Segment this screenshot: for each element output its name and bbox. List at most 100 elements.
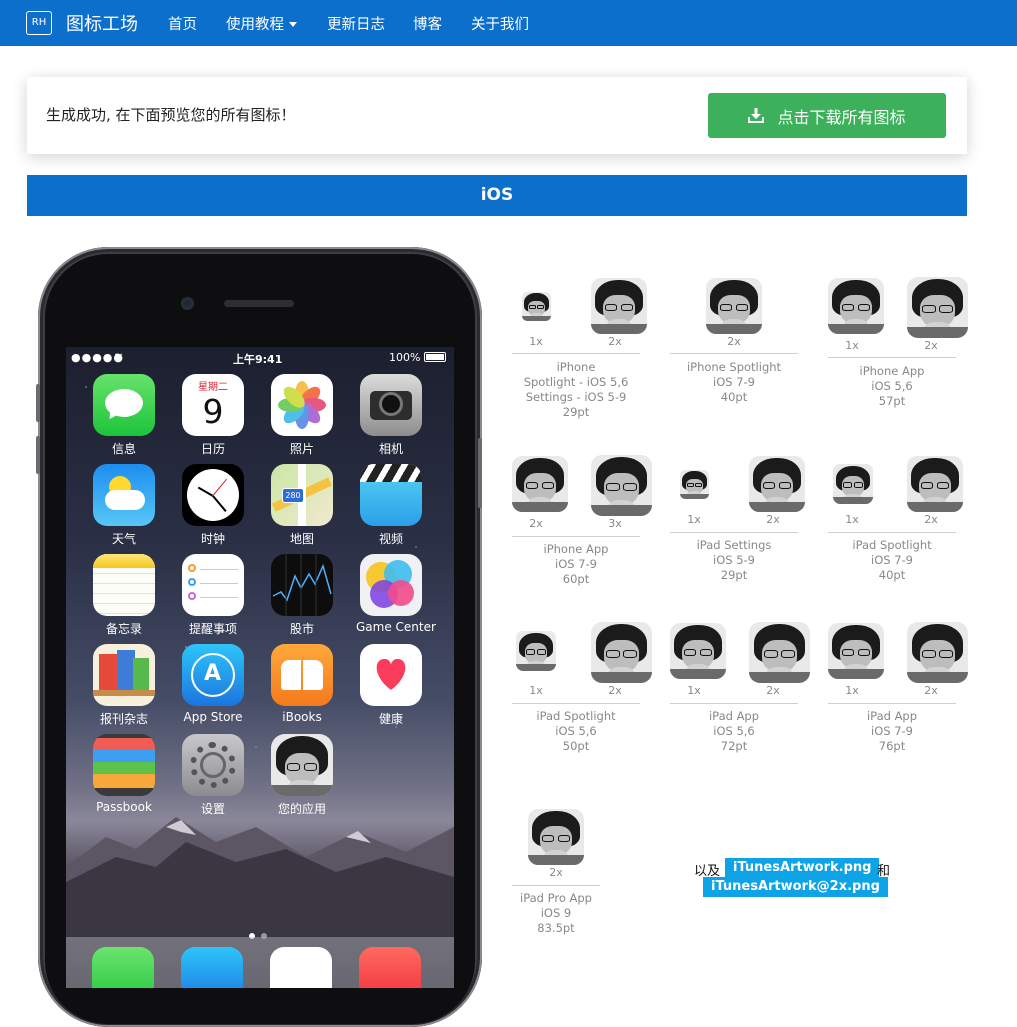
speaker-grille <box>224 300 294 307</box>
icon-scale-label: 2x <box>766 684 780 697</box>
icon-preview-2x[interactable] <box>749 456 805 512</box>
navbar: RH 图标工场 首页 使用教程 更新日志 博客 关于我们 <box>0 0 1017 46</box>
app-settings[interactable]: 设置 <box>178 734 248 817</box>
app-notes[interactable]: 备忘录 <box>89 554 159 637</box>
icon-preview-2x[interactable] <box>706 278 762 334</box>
icon-preview-1x[interactable] <box>670 623 726 679</box>
app-weather[interactable]: 天气 <box>89 464 159 547</box>
calendar-day: 9 <box>202 392 224 431</box>
nav-tutorial-dropdown[interactable]: 使用教程 <box>226 13 297 34</box>
icon-group-description: iPad App iOS 7-9 76pt <box>817 709 967 754</box>
app-clock[interactable]: 时钟 <box>178 464 248 547</box>
app-label: 股市 <box>289 622 314 636</box>
app-label: Game Center <box>356 620 436 634</box>
icon-preview-2x[interactable] <box>907 622 968 683</box>
icon-preview-1x[interactable] <box>522 292 551 321</box>
icon-scale-label: 1x <box>687 513 701 526</box>
description-line: iPad Spotlight <box>852 538 932 552</box>
app-health[interactable]: 健康 <box>356 644 426 727</box>
nav-about[interactable]: 关于我们 <box>471 13 529 34</box>
description-line: 76pt <box>878 739 906 753</box>
icon-preview-2x[interactable] <box>512 456 568 512</box>
app-label: 设置 <box>200 802 225 816</box>
status-time: 上午9:41 <box>233 353 283 366</box>
icon-preview-1x[interactable] <box>833 464 873 504</box>
app-your-app[interactable]: 您的应用 <box>267 734 337 817</box>
nav-blog[interactable]: 博客 <box>413 13 442 34</box>
icon-preview-2x[interactable] <box>528 809 584 865</box>
brand-name[interactable]: 图标工场 <box>66 10 138 36</box>
mail-app-icon[interactable] <box>181 947 243 988</box>
app-label: 报刊杂志 <box>99 712 148 726</box>
icon-scale-label: 1x <box>845 513 859 526</box>
game-center-icon <box>360 554 422 616</box>
description-line: iOS 7-9 <box>555 557 597 571</box>
nav-changelog[interactable]: 更新日志 <box>327 13 385 34</box>
app-camera[interactable]: 相机 <box>356 374 426 457</box>
app-newsstand[interactable]: 报刊杂志 <box>89 644 159 727</box>
app-label: Passbook <box>96 800 152 814</box>
icon-scale-label: 2x <box>766 513 780 526</box>
download-all-button[interactable]: 点击下载所有图标 <box>708 93 946 138</box>
app-maps[interactable]: 280 地图 <box>267 464 337 547</box>
description-line: iPhone Spotlight <box>686 360 782 374</box>
icon-scale-label: 2x <box>727 335 741 348</box>
icon-preview-2x[interactable] <box>591 278 647 334</box>
safari-app-icon[interactable] <box>270 947 332 988</box>
group-divider <box>512 353 640 354</box>
calendar-icon: 星期二 9 <box>182 374 244 436</box>
app-reminders[interactable]: 提醒事项 <box>178 554 248 637</box>
itunes-artwork-link[interactable]: iTunesArtwork.png <box>725 858 880 878</box>
description-line: 57pt <box>878 394 906 408</box>
icon-preview-3x[interactable] <box>591 455 652 516</box>
icon-group-description: iPad App iOS 5,6 72pt <box>659 709 809 754</box>
app-stocks[interactable]: 股市 <box>267 554 337 637</box>
battery-status: 100% <box>389 351 446 364</box>
app-label: App Store <box>183 710 243 724</box>
description-line: iPad Spotlight <box>536 709 616 723</box>
icon-preview-1x[interactable] <box>828 623 884 679</box>
icon-group-description: iPhone Spotlight iOS 7-9 40pt <box>659 360 809 405</box>
app-app-store[interactable]: A App Store <box>178 644 248 724</box>
app-game-center[interactable]: Game Center <box>356 554 436 634</box>
download-icon <box>748 108 765 123</box>
wifi-icon: ≋ <box>114 350 124 363</box>
group-divider <box>512 703 640 704</box>
weather-icon <box>93 464 155 526</box>
app-messages[interactable]: 信息 <box>89 374 159 457</box>
app-ibooks[interactable]: iBooks <box>267 644 337 724</box>
brand-logo[interactable]: RH <box>26 11 52 35</box>
icon-preview-2x[interactable] <box>749 622 810 683</box>
your-app-icon <box>271 734 333 796</box>
app-label: 视频 <box>378 532 403 546</box>
app-calendar[interactable]: 星期二 9 日历 <box>178 374 248 457</box>
nav-home[interactable]: 首页 <box>168 13 197 34</box>
phone-screen: ●●●●● ≋ 上午9:41 100% 信息 星期二 9 日历 照片 相机 天气… <box>66 347 454 988</box>
app-photos[interactable]: 照片 <box>267 374 337 457</box>
app-label: 信息 <box>111 442 136 456</box>
app-passbook[interactable]: Passbook <box>89 734 159 814</box>
app-label: 您的应用 <box>277 802 326 816</box>
download-label: 点击下载所有图标 <box>777 107 906 127</box>
nav-changelog-label: 更新日志 <box>327 17 385 33</box>
app-videos[interactable]: 视频 <box>356 464 426 547</box>
newsstand-icon <box>93 644 155 706</box>
status-bar: ●●●●● ≋ 上午9:41 100% <box>66 347 454 369</box>
icon-preview-1x[interactable] <box>828 278 884 334</box>
description-line: 40pt <box>878 568 906 582</box>
health-icon <box>360 644 422 706</box>
nav-home-label: 首页 <box>168 17 197 33</box>
phone-app-icon[interactable] <box>92 947 154 988</box>
app-label: 照片 <box>289 442 314 456</box>
itunes-artwork-2x-link[interactable]: iTunesArtwork@2x.png <box>703 877 888 897</box>
icon-preview-2x[interactable] <box>907 277 968 338</box>
icon-preview-1x[interactable] <box>680 470 709 499</box>
icon-preview-2x[interactable] <box>907 456 963 512</box>
description-line: 83.5pt <box>537 921 575 935</box>
app-label: 日历 <box>200 442 225 456</box>
description-line: 60pt <box>562 572 590 586</box>
music-app-icon[interactable] <box>359 947 421 988</box>
camera-app-icon <box>360 374 422 436</box>
icon-preview-1x[interactable] <box>516 631 556 671</box>
icon-preview-2x[interactable] <box>591 622 652 683</box>
